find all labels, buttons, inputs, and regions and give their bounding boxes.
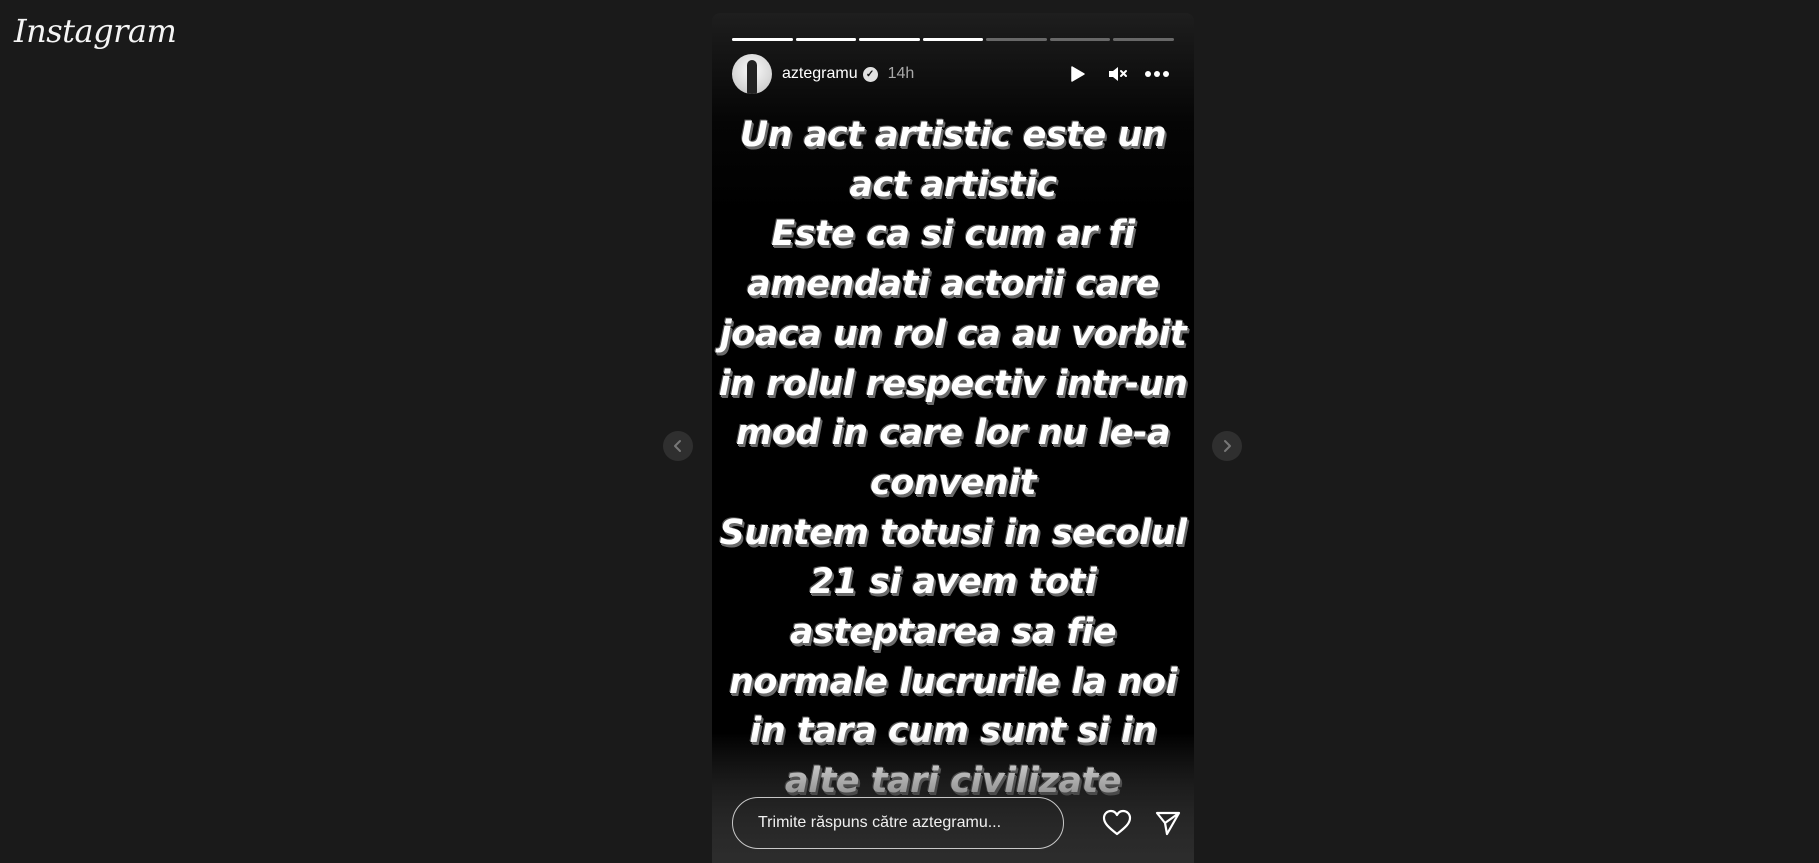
speaker-muted-icon — [1109, 67, 1127, 81]
instagram-logo[interactable]: Instagram — [14, 12, 177, 50]
story-text-line: normale lucrurile la noi — [728, 661, 1178, 702]
story-viewer[interactable]: aztegramu ✓ 14h Un act artistic este un a… — [712, 13, 1194, 863]
story-text-line: Un act artistic este un — [739, 115, 1167, 155]
story-text-line: Este ca si cum ar fi — [771, 214, 1135, 255]
verified-badge-icon: ✓ — [862, 66, 878, 82]
progress-segment — [732, 38, 793, 41]
like-button[interactable] — [1097, 803, 1137, 843]
send-icon — [1155, 811, 1181, 836]
chevron-left-icon — [674, 440, 681, 452]
progress-segment — [1113, 38, 1175, 41]
play-icon — [1071, 66, 1085, 82]
story-text-line: mod in care lor nu le-a — [735, 413, 1171, 454]
heart-icon — [1102, 809, 1132, 836]
progress-segment — [922, 38, 984, 41]
avatar[interactable] — [732, 54, 772, 94]
story-text-content: Un act artistic este un act artistic Este … — [712, 111, 1194, 807]
story-text-line: amendati actorii care — [747, 264, 1159, 305]
story-timestamp: 14h — [887, 65, 915, 82]
progress-segment — [1049, 38, 1111, 41]
story-text-line: convenit — [870, 462, 1036, 503]
reply-input[interactable]: Trimite răspuns către aztegramu... — [732, 797, 1064, 849]
previous-story-button[interactable] — [663, 431, 693, 461]
reply-placeholder: Trimite răspuns către aztegramu... — [758, 814, 1002, 831]
progress-segment — [795, 38, 857, 41]
story-progress-bar — [732, 38, 1175, 41]
story-text-line: Suntem totusi in secolul — [719, 512, 1187, 553]
story-username[interactable]: aztegramu — [782, 65, 858, 83]
next-story-button[interactable] — [1212, 431, 1242, 461]
story-text-line: joaca un rol ca au vorbit — [719, 313, 1187, 354]
story-text-line: in rolul respectiv intr-un — [718, 363, 1188, 404]
more-options-button[interactable] — [1140, 57, 1174, 91]
story-header: aztegramu ✓ 14h — [732, 53, 1174, 95]
chevron-right-icon — [1224, 440, 1231, 452]
more-horizontal-icon — [1145, 71, 1169, 77]
story-text-line: act artistic — [849, 164, 1057, 205]
progress-segment — [859, 38, 920, 41]
play-button[interactable] — [1060, 57, 1094, 91]
story-text-line: in tara cum sunt si in — [749, 711, 1157, 752]
progress-segment — [986, 38, 1047, 41]
story-text-line: 21 si avem toti — [809, 562, 1097, 603]
story-text-line: asteptarea sa fie — [789, 612, 1117, 653]
mute-button[interactable] — [1100, 57, 1134, 91]
share-button[interactable] — [1148, 803, 1188, 843]
